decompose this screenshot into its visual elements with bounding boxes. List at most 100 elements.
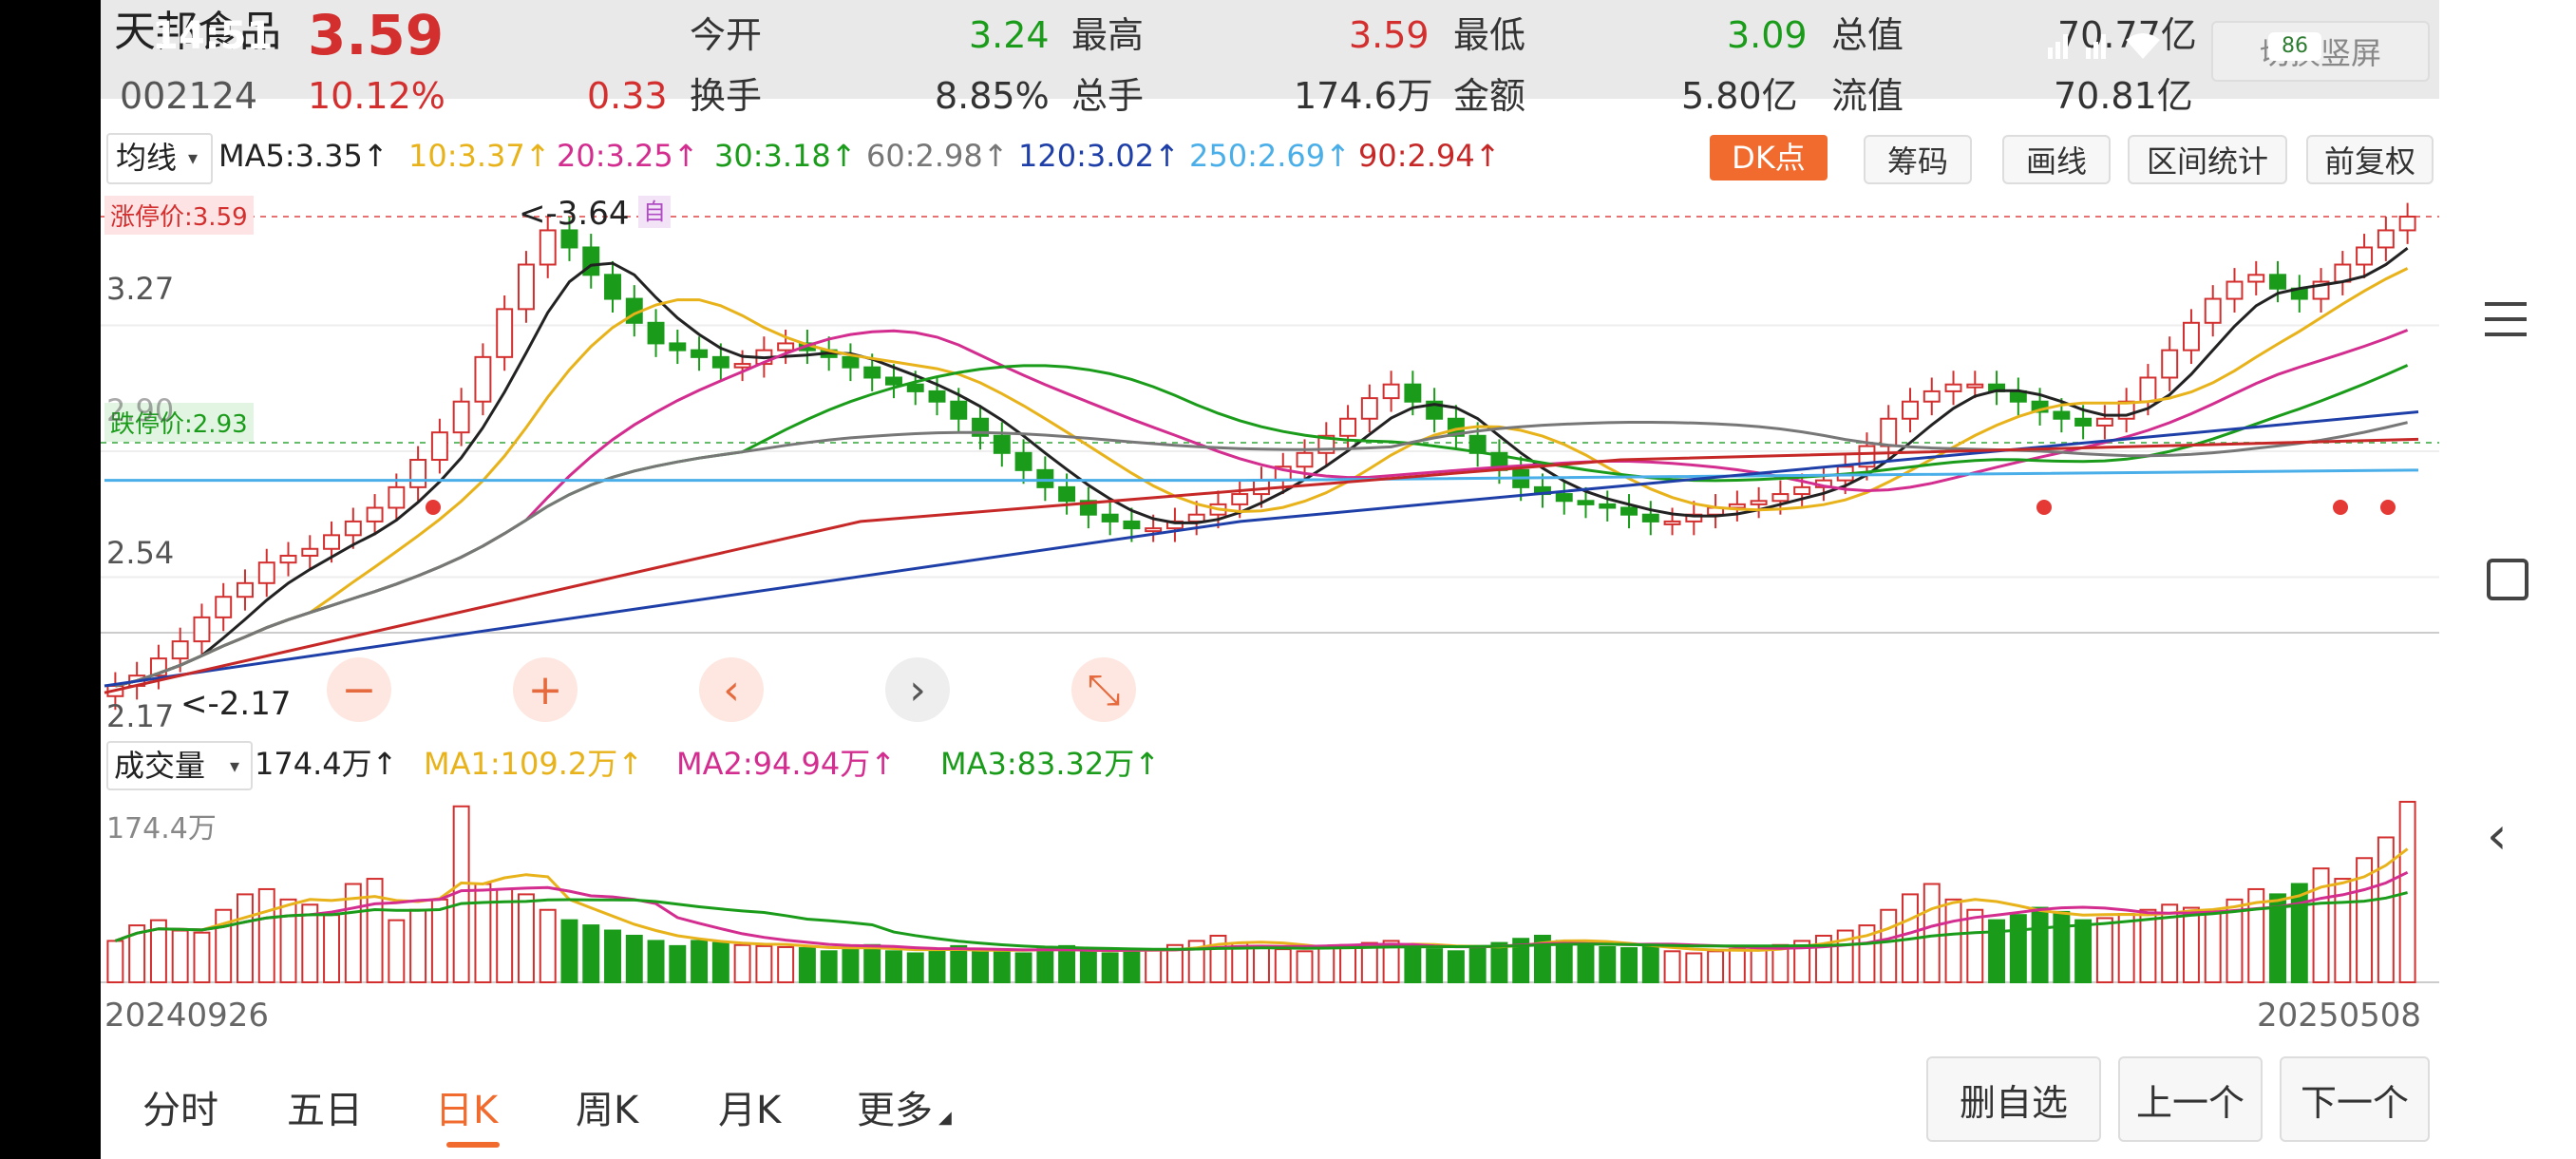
volume-bar [1079, 950, 1097, 983]
volume-bar [1988, 919, 2006, 983]
candle-body [993, 434, 1011, 454]
volume-bar [604, 929, 621, 984]
zoom-in-button[interactable]: + [513, 657, 578, 722]
ma120-value: 120:3.02↑ [1018, 138, 1180, 174]
tab-daily-k[interactable]: 日K [435, 1079, 498, 1134]
volume-bar [2053, 910, 2071, 983]
stat-float-label: 流值 [1831, 75, 1904, 117]
low-price-marker: <-2.17 [180, 685, 292, 723]
ma-selector[interactable]: 均线 ▾ [106, 133, 213, 184]
volume-bar [1880, 908, 1898, 983]
volume-bar [993, 950, 1011, 983]
end-date: 20250508 [2257, 997, 2422, 1035]
candle-body [950, 400, 968, 420]
menu-icon[interactable] [2485, 302, 2527, 336]
candle-body [2247, 274, 2265, 283]
zoom-out-button[interactable]: − [327, 657, 391, 722]
volume-bar [1707, 950, 1725, 983]
stock-code: 002124 [120, 75, 258, 117]
candle-body [604, 274, 621, 300]
candle-body [885, 376, 902, 386]
tab-monthly-k[interactable]: 月K [718, 1079, 781, 1134]
candle-body [323, 534, 341, 550]
volume-bar [1145, 948, 1163, 984]
volume-selector[interactable]: 成交量 ▾ [106, 741, 253, 790]
volume-bar [474, 883, 492, 983]
volume-bar [1966, 908, 1984, 983]
pan-left-button[interactable]: ‹ [699, 657, 764, 722]
ma60-value: 60:2.98↑ [866, 138, 1009, 174]
volume-bar [2117, 913, 2135, 983]
candle-body [344, 520, 362, 537]
volume-bar [1123, 950, 1141, 983]
recent-apps-icon[interactable] [2487, 559, 2529, 600]
tab-weekly-k[interactable]: 周K [576, 1079, 638, 1134]
tab-intraday[interactable]: 分时 [142, 1079, 218, 1134]
candle-body [1902, 400, 1919, 420]
candle-body [430, 431, 448, 462]
volume-bar [950, 944, 968, 983]
candle-body [1382, 383, 1400, 400]
change-amount: 0.33 [587, 75, 668, 117]
current-price: 3.59 [308, 3, 445, 67]
ma90-value: 90:2.94↑ [1358, 138, 1501, 174]
candle-body [1944, 383, 1962, 392]
forward-adjust-button[interactable]: 前复权 [2306, 135, 2434, 184]
candle-body [1728, 503, 1746, 509]
remove-watchlist-button[interactable]: 删自选 [1926, 1056, 2101, 1142]
volume-bar [539, 908, 557, 983]
candle-body [474, 355, 492, 403]
candle-body [647, 321, 665, 345]
volume-bar [1447, 950, 1465, 983]
candle-body [171, 640, 189, 660]
range-stats-button[interactable]: 区间统计 [2128, 135, 2287, 184]
volume-chart-area[interactable] [101, 792, 2439, 986]
candle-body [928, 390, 946, 403]
volume-bar [1404, 943, 1422, 983]
volume-bar [647, 940, 665, 983]
candle-body [2204, 297, 2222, 324]
back-icon[interactable]: ‹ [2487, 806, 2508, 865]
candle-body [1145, 527, 1163, 533]
chip-button[interactable]: 筹码 [1864, 135, 1972, 184]
volume-bar [820, 950, 838, 983]
volume-bar [1274, 948, 1292, 984]
stat-float-value: 70.81亿 [2054, 75, 2193, 117]
pan-right-button[interactable]: › [885, 657, 950, 722]
volume-bar [1014, 952, 1032, 983]
ma5-value: MA5:3.35↑ [218, 138, 388, 174]
candle-body [517, 263, 535, 311]
candle-body [1771, 493, 1790, 503]
next-stock-button[interactable]: 下一个 [2280, 1056, 2430, 1142]
chevron-down-icon: ▾ [230, 754, 240, 777]
volume-bar [193, 931, 211, 983]
candle-body [733, 363, 751, 369]
volume-bar [1685, 952, 1703, 983]
candle-body [1187, 513, 1205, 522]
stat-low-value: 3.09 [1727, 14, 1808, 56]
volume-bar [1101, 952, 1119, 983]
reset-zoom-button[interactable]: ⤡ [1071, 657, 1136, 722]
stat-high-label: 最高 [1071, 14, 1145, 56]
tab-five-day[interactable]: 五日 [287, 1079, 363, 1134]
candle-body [1360, 397, 1378, 420]
volume-bar [928, 950, 946, 983]
candle-body [691, 349, 709, 358]
price-chart-area[interactable] [101, 190, 2439, 732]
volume-bar [1577, 943, 1595, 983]
draw-line-button[interactable]: 画线 [2002, 135, 2111, 184]
candle-body [301, 547, 319, 557]
tab-more[interactable]: 更多 [857, 1079, 933, 1134]
candle-body [1577, 500, 1595, 505]
volume-bar [669, 944, 687, 983]
volume-bar [1296, 950, 1314, 983]
volume-bar [257, 887, 275, 983]
stat-open-label: 今开 [690, 14, 763, 56]
stock-chart-screen: 天邦食品 3.59 002124 10.12% 0.33 今开 3.24 最高 … [101, 0, 2439, 1159]
volume-bar [171, 929, 189, 984]
dk-point-button[interactable]: DK点 [1710, 135, 1828, 180]
volume-bar [366, 878, 384, 983]
candle-body [539, 229, 557, 266]
previous-stock-button[interactable]: 上一个 [2118, 1056, 2263, 1142]
candle-body [1058, 485, 1076, 503]
